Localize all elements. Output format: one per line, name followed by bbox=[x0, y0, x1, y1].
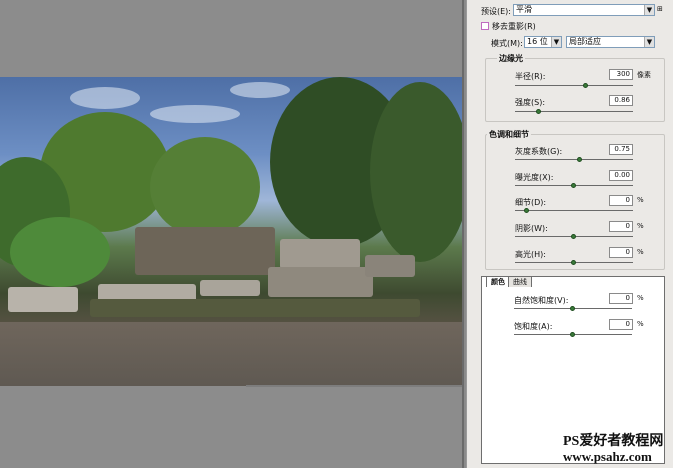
remove-ghosts-checkbox[interactable] bbox=[481, 22, 489, 30]
strength-input[interactable]: 0.86 bbox=[609, 95, 633, 106]
strength-slider[interactable] bbox=[515, 111, 633, 112]
gamma-slider-thumb[interactable] bbox=[576, 157, 582, 162]
watermark-url: www.psahz.com bbox=[563, 449, 652, 464]
preset-value: 平滑 bbox=[516, 5, 532, 14]
mode-method-value: 局部适应 bbox=[569, 37, 601, 46]
radius-unit: 像素 bbox=[637, 71, 651, 79]
strength-label: 强度(S): bbox=[515, 98, 546, 107]
detail-slider-thumb[interactable] bbox=[523, 208, 529, 213]
detail-input[interactable]: 0 bbox=[609, 195, 633, 206]
document-canvas[interactable] bbox=[0, 0, 464, 468]
edge-glow-group bbox=[485, 58, 665, 122]
mode-method-select[interactable]: 局部适应 ▼ bbox=[566, 36, 655, 48]
saturation-input[interactable]: 0 bbox=[609, 319, 633, 330]
preset-options-icon[interactable]: ⊞ bbox=[657, 5, 663, 13]
exposure-input[interactable]: 0.00 bbox=[609, 170, 633, 181]
tab-curve[interactable]: 曲线 bbox=[508, 276, 532, 287]
radius-slider-thumb[interactable] bbox=[582, 83, 588, 88]
highlight-input[interactable]: 0 bbox=[609, 247, 633, 258]
detail-slider[interactable] bbox=[515, 210, 633, 211]
mode-bits-select[interactable]: 16 位 ▼ bbox=[524, 36, 562, 48]
gamma-label: 灰度系数(G): bbox=[515, 147, 563, 156]
preset-select[interactable]: 平滑 ▼ bbox=[513, 4, 655, 16]
radius-label: 半径(R): bbox=[515, 72, 546, 81]
saturation-label: 饱和度(A): bbox=[514, 322, 553, 331]
tab-color[interactable]: 颜色 bbox=[486, 276, 510, 287]
shadow-label: 阴影(W): bbox=[515, 224, 548, 233]
vibrance-label: 自然饱和度(V): bbox=[514, 296, 569, 305]
strength-slider-thumb[interactable] bbox=[535, 109, 541, 114]
photo-image bbox=[0, 77, 463, 386]
remove-ghosts-label: 移去重影(R) bbox=[492, 22, 536, 31]
chevron-down-icon[interactable]: ▼ bbox=[551, 37, 561, 47]
chevron-down-icon[interactable]: ▼ bbox=[644, 37, 654, 47]
shadow-unit: % bbox=[637, 222, 644, 230]
saturation-slider-thumb[interactable] bbox=[570, 332, 575, 337]
canvas-divider bbox=[462, 0, 464, 468]
highlight-label: 高光(H): bbox=[515, 250, 546, 259]
highlight-slider-thumb[interactable] bbox=[571, 260, 576, 265]
vibrance-slider-thumb[interactable] bbox=[570, 306, 575, 311]
hdr-toning-dialog: 预设(E): 平滑 ▼ ⊞ 移去重影(R) 模式(M): 16 位 ▼ 局部适应… bbox=[466, 0, 673, 468]
mode-label: 模式(M): bbox=[491, 39, 523, 48]
shadow-input[interactable]: 0 bbox=[609, 221, 633, 232]
saturation-unit: % bbox=[637, 320, 644, 328]
radius-input[interactable]: 300 bbox=[609, 69, 633, 80]
detail-label: 细节(D): bbox=[515, 198, 547, 207]
mode-bits-value: 16 位 bbox=[527, 37, 548, 46]
detail-unit: % bbox=[637, 196, 644, 204]
vibrance-unit: % bbox=[637, 294, 644, 302]
tone-detail-title: 色调和细节 bbox=[487, 129, 531, 140]
chevron-down-icon[interactable]: ▼ bbox=[644, 5, 654, 15]
gamma-slider[interactable] bbox=[515, 159, 633, 160]
vibrance-input[interactable]: 0 bbox=[609, 293, 633, 304]
radius-slider[interactable] bbox=[515, 85, 633, 86]
gamma-input[interactable]: 0.75 bbox=[609, 144, 633, 155]
edge-glow-title: 边缘光 bbox=[497, 53, 525, 64]
highlight-unit: % bbox=[637, 248, 644, 256]
exposure-slider-thumb[interactable] bbox=[571, 183, 576, 188]
photo-edge bbox=[246, 385, 463, 387]
watermark-title: PS爱好者教程网 bbox=[563, 434, 664, 449]
exposure-label: 曝光度(X): bbox=[515, 173, 554, 182]
shadow-slider-thumb[interactable] bbox=[571, 234, 576, 239]
preset-label: 预设(E): bbox=[481, 7, 511, 16]
